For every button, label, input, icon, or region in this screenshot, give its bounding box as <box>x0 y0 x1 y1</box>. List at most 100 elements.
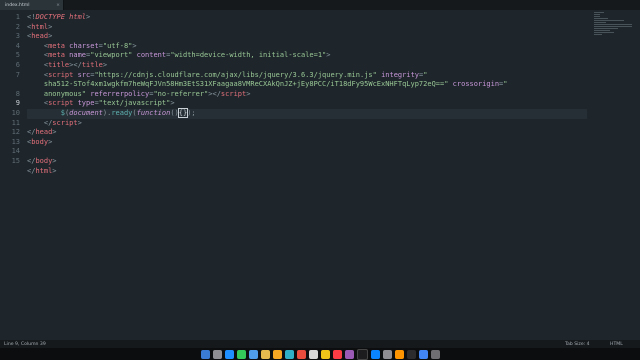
minimap[interactable] <box>594 12 634 42</box>
code-token: name <box>69 51 87 60</box>
code-line[interactable]: <!DOCTYPE html> <box>27 13 587 23</box>
code-line[interactable]: <meta name="viewport" content="width=dev… <box>27 51 587 61</box>
code-token: integrity <box>381 70 419 79</box>
code-line[interactable]: <title></title> <box>27 61 587 71</box>
code-token: title <box>48 60 70 69</box>
code-line[interactable]: anonymous" referrerpolicy="no-referrer">… <box>27 90 587 100</box>
code-line[interactable]: <html> <box>27 23 587 33</box>
code-token: body <box>31 137 49 146</box>
line-number: 6 <box>15 60 20 69</box>
code-token: > <box>48 32 53 41</box>
code-line[interactable]: <body> <box>27 138 587 148</box>
maps-icon[interactable] <box>260 349 270 359</box>
code-token: meta <box>48 41 65 50</box>
podcasts-icon[interactable] <box>344 349 354 359</box>
code-token: type <box>77 99 95 108</box>
calendar-icon[interactable] <box>296 349 306 359</box>
line-number: 13 <box>11 137 20 146</box>
code-line[interactable]: </body> <box>27 157 587 167</box>
code-token: ></ <box>69 60 82 69</box>
code-token: document <box>69 108 103 117</box>
photos-icon[interactable] <box>272 349 282 359</box>
code-token: ready <box>111 108 133 117</box>
syntax-selector[interactable]: HTML <box>610 342 623 347</box>
code-token: script <box>48 99 74 108</box>
code-token: script <box>220 89 247 98</box>
code-token: > <box>326 51 331 60</box>
code-token: referrerpolicy <box>90 89 150 98</box>
code-token: > <box>102 60 108 69</box>
editor-area[interactable]: 1 2 3 4 5 6 7 8 9 10 11 12 13 14 15 <!DOCTYPE html> <ht… <box>0 10 640 340</box>
code-token: "text/javascript" <box>98 99 171 108</box>
music-icon[interactable] <box>332 349 342 359</box>
code-token: > <box>52 166 57 175</box>
terminal-icon[interactable] <box>406 349 416 359</box>
code-token: "viewport" <box>90 51 133 60</box>
line-number: 14 <box>11 147 20 156</box>
code-token: > <box>170 99 175 108</box>
code-token: meta <box>48 51 65 60</box>
facetime-icon[interactable] <box>284 349 294 359</box>
code-line[interactable] <box>27 147 587 157</box>
code-line[interactable]: </head> <box>27 128 587 138</box>
code-line[interactable]: $(document).ready(function(){}); <box>27 107 587 119</box>
code-token: " <box>423 70 428 79</box>
code-token: "no-referrer" <box>153 89 209 98</box>
app-store-icon[interactable] <box>370 349 380 359</box>
launchpad-icon[interactable] <box>212 349 222 359</box>
code-token: ); <box>187 108 196 117</box>
line-number: 7 <box>15 70 20 79</box>
tab-index-html[interactable]: index.html × <box>0 0 64 10</box>
minimap-line <box>594 33 602 36</box>
reminders-icon[interactable] <box>320 349 330 359</box>
code-view[interactable]: <!DOCTYPE html> <html> <head> <meta charse… <box>27 13 587 176</box>
safari-icon[interactable] <box>224 349 234 359</box>
tab-label: index.html <box>5 2 30 8</box>
code-line[interactable]: </script> <box>27 119 587 129</box>
code-token: function <box>136 108 171 117</box>
code-token: ></ <box>208 89 221 98</box>
line-number: 1 <box>15 13 20 21</box>
mail-icon[interactable] <box>248 349 258 359</box>
code-line[interactable]: </html> <box>27 167 587 177</box>
status-bar: Line 9, Column 39 Tab Size: 4 HTML <box>0 340 640 348</box>
code-token: > <box>48 22 53 31</box>
code-token: > <box>86 13 91 21</box>
code-token: > <box>246 89 251 98</box>
code-token: body <box>35 156 53 165</box>
trash-icon[interactable] <box>430 349 440 359</box>
line-number: 10 <box>11 108 20 117</box>
chrome-icon[interactable] <box>418 349 428 359</box>
tab-size-selector[interactable]: Tab Size: 4 <box>565 342 590 347</box>
code-token: content <box>136 51 167 60</box>
code-token: title <box>81 60 103 69</box>
messages-icon[interactable] <box>236 349 246 359</box>
code-token: sha512-STof4xm1wgkfm7heWqFJVn58Hm3EtS31X… <box>27 80 445 89</box>
close-icon[interactable]: × <box>56 3 60 8</box>
code-token: DOCTYPE html <box>35 13 87 21</box>
tv-icon[interactable] <box>356 348 368 360</box>
system-settings-icon[interactable] <box>382 349 392 359</box>
sublime-text-icon[interactable] <box>394 349 404 359</box>
code-token: "utf-8" <box>102 41 133 50</box>
code-token: anonymous" <box>27 89 87 98</box>
finder-icon[interactable] <box>200 349 210 359</box>
line-number: 4 <box>15 41 20 50</box>
code-line[interactable]: <head> <box>27 32 587 42</box>
code-token: > <box>132 41 137 50</box>
cursor-position: Line 9, Column 39 <box>4 341 46 347</box>
code-line[interactable]: <script type="text/javascript"> <box>27 99 587 109</box>
code-token: charset <box>69 41 99 50</box>
code-line[interactable]: sha512-STof4xm1wgkfm7heWqFJVn58Hm3EtS31X… <box>27 80 587 90</box>
code-line[interactable]: <script src="https://cdnjs.cloudflare.co… <box>27 71 587 81</box>
notes-icon[interactable] <box>308 349 318 359</box>
code-line[interactable]: <meta charset="utf-8"> <box>27 42 587 52</box>
code-token: crossorigin <box>452 80 500 89</box>
line-number: 12 <box>11 128 20 137</box>
line-number: 5 <box>15 51 20 60</box>
